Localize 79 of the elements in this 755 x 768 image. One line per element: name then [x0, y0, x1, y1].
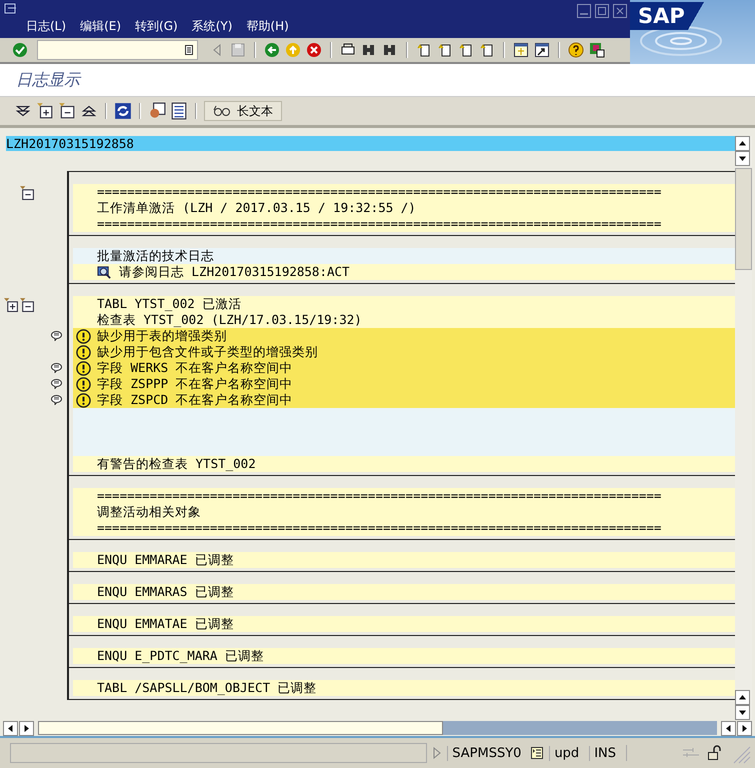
log-message: ENQU EMMARAE 已调整	[97, 552, 234, 568]
new-window-icon[interactable]	[513, 42, 529, 58]
close-icon[interactable]	[613, 4, 627, 18]
scroll-left-button[interactable]	[3, 720, 18, 736]
collapse-subtree-icon[interactable]	[58, 102, 76, 120]
scroll-up-button[interactable]	[735, 690, 750, 705]
separator-text: ===========================================================================	[97, 184, 662, 200]
insert-mode: INS	[589, 746, 620, 760]
warning-icon	[76, 344, 91, 360]
help-icon[interactable]	[568, 42, 584, 58]
shortcut-icon[interactable]	[534, 42, 550, 58]
log-message: TABL /SAPSLL/BOM_OBJECT 已调整	[97, 680, 317, 696]
magnifier-icon[interactable]	[97, 264, 112, 280]
log-message: TABL YTST_002 已激活	[97, 296, 242, 312]
layout-icon[interactable]	[589, 42, 605, 58]
log-message: 批量激活的技术日志	[97, 248, 214, 264]
scroll-up-button[interactable]	[735, 136, 750, 151]
horizontal-scrollbar[interactable]	[38, 721, 717, 735]
menu-item[interactable]: 系统(Y)	[192, 18, 232, 35]
dropdown-icon[interactable]	[185, 45, 193, 55]
log-message: ENQU E_PDTC_MARA 已调整	[97, 648, 264, 664]
menu-item[interactable]: 转到(G)	[135, 18, 178, 35]
minimize-icon[interactable]	[577, 4, 591, 18]
scroll-left-button[interactable]	[721, 720, 736, 736]
log-message: 字段 ZSPPP 不在客户名称空间中	[97, 376, 293, 392]
screen-title: 日志显示	[16, 70, 80, 90]
expand-node-icon[interactable]	[4, 296, 19, 312]
detail-icon[interactable]	[148, 102, 166, 120]
command-field[interactable]	[37, 40, 198, 60]
warning-icon	[76, 392, 91, 408]
cancel-icon[interactable]	[306, 42, 322, 58]
log-message: 工作清单激活 (LZH / 2017.03.15 / 19:32:55 /)	[97, 200, 416, 216]
connection-icon	[681, 747, 701, 759]
scroll-right-button[interactable]	[19, 720, 34, 736]
warning-icon	[76, 360, 91, 376]
maximize-icon[interactable]	[595, 4, 609, 18]
log-message: 缺少用于表的增强类别	[97, 328, 227, 344]
log-message: 字段 WERKS 不在客户名称空间中	[97, 360, 293, 376]
menu-item[interactable]: 帮助(H)	[246, 18, 289, 35]
separator-text: ===========================================================================	[97, 488, 662, 504]
enter-check-icon[interactable]	[12, 42, 28, 58]
server-name: upd	[549, 746, 584, 760]
list-icon[interactable]	[170, 102, 188, 120]
long-text-button[interactable]: 长文本	[204, 101, 282, 121]
vertical-scrollbar[interactable]	[735, 136, 752, 720]
log-message: 有警告的检查表 YTST_002	[97, 456, 256, 472]
scroll-right-button[interactable]	[737, 720, 752, 736]
scrollbar-thumb[interactable]	[735, 168, 752, 270]
log-name: LZH20170315192858	[6, 136, 134, 151]
menu-item[interactable]: 编辑(E)	[80, 18, 122, 35]
speech-bubble-icon[interactable]	[51, 363, 62, 373]
glasses-icon	[213, 105, 231, 117]
scrollbar-thumb[interactable]	[38, 721, 443, 735]
scroll-down-button[interactable]	[735, 705, 750, 720]
program-name: SAPMSSY0	[447, 746, 526, 760]
log-message: ENQU EMMARAS 已调整	[97, 584, 234, 600]
log-message: 缺少用于包含文件或子类型的增强类别	[97, 344, 318, 360]
log-message: 字段 ZSPCD 不在客户名称空间中	[97, 392, 293, 408]
separator-text: ===========================================================================	[97, 520, 662, 536]
separator-text: ===========================================================================	[97, 216, 662, 232]
warning-icon	[76, 328, 91, 344]
refresh-icon[interactable]	[114, 102, 132, 120]
list-icon[interactable]	[531, 747, 544, 759]
speech-bubble-icon[interactable]	[51, 379, 62, 389]
speech-bubble-icon[interactable]	[51, 395, 62, 405]
log-message: 请参阅日志 LZH20170315192858:ACT	[119, 264, 350, 280]
padlock-icon[interactable]	[707, 745, 723, 761]
log-message: 检查表 YTST_002 (LZH/17.03.15/19:32)	[97, 312, 362, 328]
speech-bubble-icon[interactable]	[51, 331, 62, 341]
collapse-node-icon[interactable]	[20, 184, 35, 200]
menu-item[interactable]: 日志(L)	[26, 18, 66, 35]
window-menu-icon[interactable]	[4, 3, 18, 15]
collapse-node-icon[interactable]	[20, 296, 35, 312]
sap-logo: SAP	[630, 2, 704, 30]
warning-icon	[76, 376, 91, 392]
log-message: ENQU EMMATAE 已调整	[97, 616, 234, 632]
log-message: 调整活动相关对象	[97, 504, 201, 520]
scroll-down-button[interactable]	[735, 151, 750, 166]
expand-subtree-icon[interactable]	[36, 102, 54, 120]
